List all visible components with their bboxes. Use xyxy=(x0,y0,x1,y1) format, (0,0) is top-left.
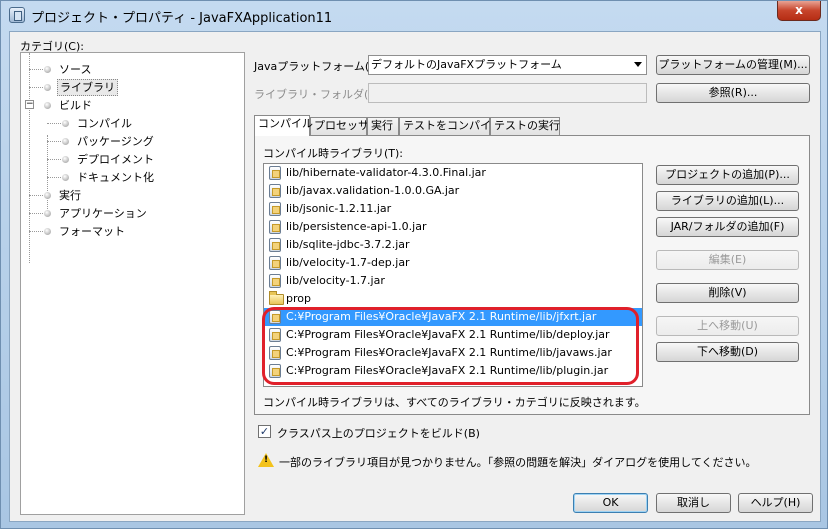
jar-icon xyxy=(269,328,281,342)
title-bar[interactable]: プロジェクト・プロパティ - JavaFXApplication11 x xyxy=(1,1,827,31)
tree-item-label: フォーマット xyxy=(59,225,125,238)
dialog-body: カテゴリ(C): ソース ライブラリ − ビルド コンパイル パッケージング デ… xyxy=(9,31,821,522)
tree-node-icon xyxy=(44,66,51,73)
jar-icon xyxy=(269,184,281,198)
java-platform-select[interactable]: デフォルトのJavaFXプラットフォーム xyxy=(368,55,647,75)
browse-button[interactable]: 参照(R)... xyxy=(656,83,810,103)
library-folder-field[interactable] xyxy=(368,83,647,103)
warning-mark: ! xyxy=(264,455,269,465)
list-item-text: lib/jsonic-1.2.11.jar xyxy=(286,202,392,215)
jar-icon xyxy=(269,346,281,360)
ok-button[interactable]: OK xyxy=(573,493,648,513)
list-item[interactable]: lib/velocity-1.7.jar xyxy=(264,272,642,290)
jar-icon xyxy=(269,310,281,324)
app-icon xyxy=(9,7,25,23)
tab-processor[interactable]: プロセッサ xyxy=(310,117,369,135)
jar-icon xyxy=(269,274,281,288)
tree-node-icon xyxy=(44,84,51,91)
tree-item-label: 実行 xyxy=(59,189,81,202)
list-item[interactable]: lib/jsonic-1.2.11.jar xyxy=(264,200,642,218)
tree-node-icon xyxy=(62,174,69,181)
tab-compile[interactable]: コンパイル xyxy=(254,115,313,136)
add-library-button[interactable]: ライブラリの追加(L)... xyxy=(656,191,799,211)
warning-text: 一部のライブラリ項目が見つかりません。「参照の問題を解決」ダイアログを使用してく… xyxy=(279,456,757,469)
manage-platforms-button[interactable]: プラットフォームの管理(M)... xyxy=(656,55,810,75)
collapse-icon[interactable]: − xyxy=(25,100,34,109)
list-item[interactable]: C:¥Program Files¥Oracle¥JavaFX 2.1 Runti… xyxy=(264,362,642,380)
list-item-text: C:¥Program Files¥Oracle¥JavaFX 2.1 Runti… xyxy=(286,310,597,323)
list-item[interactable]: lib/javax.validation-1.0.0.GA.jar xyxy=(264,182,642,200)
tree-item-label: ドキュメント化 xyxy=(77,171,154,184)
add-project-button[interactable]: プロジェクトの追加(P)... xyxy=(656,165,799,185)
list-item-text: lib/javax.validation-1.0.0.GA.jar xyxy=(286,184,460,197)
list-item-text: C:¥Program Files¥Oracle¥JavaFX 2.1 Runti… xyxy=(286,346,612,359)
tree-node-icon xyxy=(44,228,51,235)
build-projects-label[interactable]: クラスパス上のプロジェクトをビルド(B) xyxy=(277,425,480,441)
list-item-text: C:¥Program Files¥Oracle¥JavaFX 2.1 Runti… xyxy=(286,328,610,341)
tree-node-icon xyxy=(44,102,51,109)
tree-item-label: コンパイル xyxy=(77,117,132,130)
edit-button[interactable]: 編集(E) xyxy=(656,250,799,270)
folder-icon xyxy=(269,291,284,305)
tree-item-label: パッケージング xyxy=(77,135,154,148)
list-item-text: lib/persistence-api-1.0.jar xyxy=(286,220,427,233)
chevron-down-icon[interactable] xyxy=(634,62,642,67)
java-platform-value: デフォルトのJavaFXプラットフォーム xyxy=(371,58,562,71)
tree-item-label: ソース xyxy=(59,63,92,76)
list-item-text: lib/sqlite-jdbc-3.7.2.jar xyxy=(286,238,410,251)
tree-item-label: デプロイメント xyxy=(77,153,154,166)
tree-item-label: ライブラリ xyxy=(57,79,118,96)
window-title: プロジェクト・プロパティ - JavaFXApplication11 xyxy=(31,11,333,26)
list-item[interactable]: C:¥Program Files¥Oracle¥JavaFX 2.1 Runti… xyxy=(264,344,642,362)
tab-compile-tests[interactable]: テストをコンパイル xyxy=(399,117,502,135)
list-item[interactable]: lib/sqlite-jdbc-3.7.2.jar xyxy=(264,236,642,254)
jar-icon xyxy=(269,202,281,216)
library-folder-label: ライブラリ・フォルダ(A): xyxy=(254,88,384,101)
list-item-text: lib/hibernate-validator-4.3.0.Final.jar xyxy=(286,166,486,179)
java-platform-label: Javaプラットフォーム(J): xyxy=(254,60,381,73)
list-item[interactable]: lib/persistence-api-1.0.jar xyxy=(264,218,642,236)
list-item[interactable]: prop xyxy=(264,290,642,308)
remove-button[interactable]: 削除(V) xyxy=(656,283,799,303)
tree-node-icon xyxy=(62,138,69,145)
list-item[interactable]: lib/hibernate-validator-4.3.0.Final.jar xyxy=(264,164,642,182)
list-item-selected[interactable]: C:¥Program Files¥Oracle¥JavaFX 2.1 Runti… xyxy=(264,308,642,326)
list-item[interactable]: lib/velocity-1.7-dep.jar xyxy=(264,254,642,272)
tree-node-icon xyxy=(44,192,51,199)
close-button[interactable]: x xyxy=(777,1,821,21)
cancel-button[interactable]: 取消し xyxy=(656,493,731,513)
move-up-button[interactable]: 上へ移動(U) xyxy=(656,316,799,336)
tree-node-icon xyxy=(62,156,69,163)
list-item-text: C:¥Program Files¥Oracle¥JavaFX 2.1 Runti… xyxy=(286,364,609,377)
categories-tree[interactable]: ソース ライブラリ − ビルド コンパイル パッケージング デプロイメント ドキ… xyxy=(20,52,245,515)
jar-icon xyxy=(269,238,281,252)
tab-run[interactable]: 実行 xyxy=(367,117,399,135)
project-properties-dialog: プロジェクト・プロパティ - JavaFXApplication11 x カテゴ… xyxy=(0,0,828,529)
list-item-text: lib/velocity-1.7.jar xyxy=(286,274,385,287)
help-button[interactable]: ヘルプ(H) xyxy=(738,493,813,513)
move-down-button[interactable]: 下へ移動(D) xyxy=(656,342,799,362)
tree-item-label: ビルド xyxy=(59,99,92,112)
list-item-text: prop xyxy=(286,292,311,305)
compile-libraries-note: コンパイル時ライブラリは、すべてのライブラリ・カテゴリに反映されます。 xyxy=(263,396,646,409)
tree-node-icon xyxy=(62,120,69,127)
list-item-text: lib/velocity-1.7-dep.jar xyxy=(286,256,410,269)
add-jar-folder-button[interactable]: JAR/フォルダの追加(F) xyxy=(656,217,799,237)
jar-icon xyxy=(269,256,281,270)
build-projects-checkbox[interactable]: ✓ xyxy=(258,425,271,438)
compile-libraries-label: コンパイル時ライブラリ(T): xyxy=(263,147,404,160)
jar-icon xyxy=(269,220,281,234)
compile-libraries-list[interactable]: lib/hibernate-validator-4.3.0.Final.jar … xyxy=(263,163,643,387)
tab-run-tests[interactable]: テストの実行 xyxy=(490,117,560,135)
list-item[interactable]: C:¥Program Files¥Oracle¥JavaFX 2.1 Runti… xyxy=(264,326,642,344)
jar-icon xyxy=(269,364,281,378)
tree-node-icon xyxy=(44,210,51,217)
tree-item-label: アプリケーション xyxy=(59,207,147,220)
jar-icon xyxy=(269,166,281,180)
